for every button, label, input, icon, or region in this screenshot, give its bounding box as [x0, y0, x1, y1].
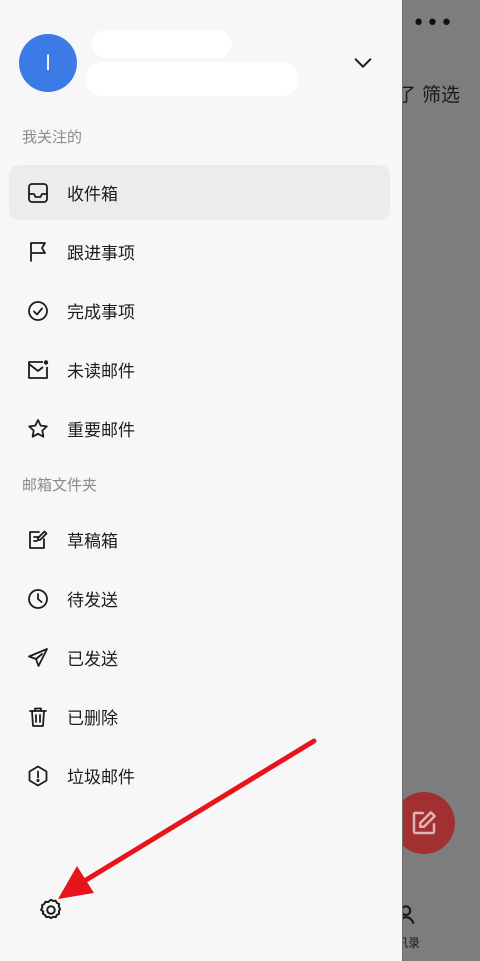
chevron-down-icon[interactable]	[352, 52, 374, 74]
sidebar-item-important[interactable]: 重要邮件	[9, 401, 390, 456]
sidebar-item-sent[interactable]: 已发送	[9, 630, 390, 685]
compose-icon	[412, 811, 436, 835]
unread-mail-icon	[28, 360, 49, 379]
send-icon	[28, 648, 48, 667]
account-email-redacted	[86, 62, 298, 96]
gear-icon[interactable]	[38, 897, 64, 923]
draft-icon	[29, 530, 48, 549]
check-circle-icon	[28, 301, 48, 321]
trash-icon	[29, 707, 47, 727]
sidebar-item-unread[interactable]: 未读邮件	[9, 342, 390, 397]
sidebar-item-label: 重要邮件	[67, 421, 135, 441]
more-options-button[interactable]: •••	[412, 13, 454, 35]
account-name-redacted	[92, 30, 232, 58]
navigation-drawer: l 我关注的 收件箱 跟进事项 完成事项 未读邮件 重要邮件 邮箱文件夹 草稿箱…	[0, 0, 402, 961]
sidebar-item-label: 未读邮件	[67, 362, 135, 382]
sidebar-item-label: 已删除	[67, 709, 118, 729]
avatar[interactable]: l	[19, 34, 77, 92]
sidebar-item-label: 已发送	[67, 650, 118, 670]
drawer-edge	[402, 0, 403, 961]
section-title-following: 我关注的	[22, 128, 83, 146]
sidebar-item-label: 待发送	[67, 591, 118, 611]
sidebar-item-label: 跟进事项	[67, 244, 135, 264]
flag-icon	[30, 242, 46, 262]
inbox-icon	[28, 183, 48, 203]
sidebar-item-label: 收件箱	[67, 185, 118, 205]
sidebar-item-drafts[interactable]: 草稿箱	[9, 512, 390, 567]
sidebar-item-label: 垃圾邮件	[67, 768, 135, 788]
sidebar-item-follow-up[interactable]: 跟进事项	[9, 224, 390, 279]
filter-button[interactable]: 了 筛选	[397, 80, 460, 107]
spam-icon	[28, 765, 48, 787]
sidebar-item-spam[interactable]: 垃圾邮件	[9, 748, 390, 803]
sidebar-item-label: 完成事项	[67, 303, 135, 323]
star-icon	[28, 419, 48, 438]
sidebar-item-outbox[interactable]: 待发送	[9, 571, 390, 626]
sidebar-item-label: 草稿箱	[67, 532, 118, 552]
sidebar-item-inbox[interactable]: 收件箱	[9, 165, 390, 220]
sidebar-item-deleted[interactable]: 已删除	[9, 689, 390, 744]
sidebar-item-done[interactable]: 完成事项	[9, 283, 390, 338]
clock-icon	[28, 589, 48, 609]
section-title-folders: 邮箱文件夹	[22, 476, 98, 494]
